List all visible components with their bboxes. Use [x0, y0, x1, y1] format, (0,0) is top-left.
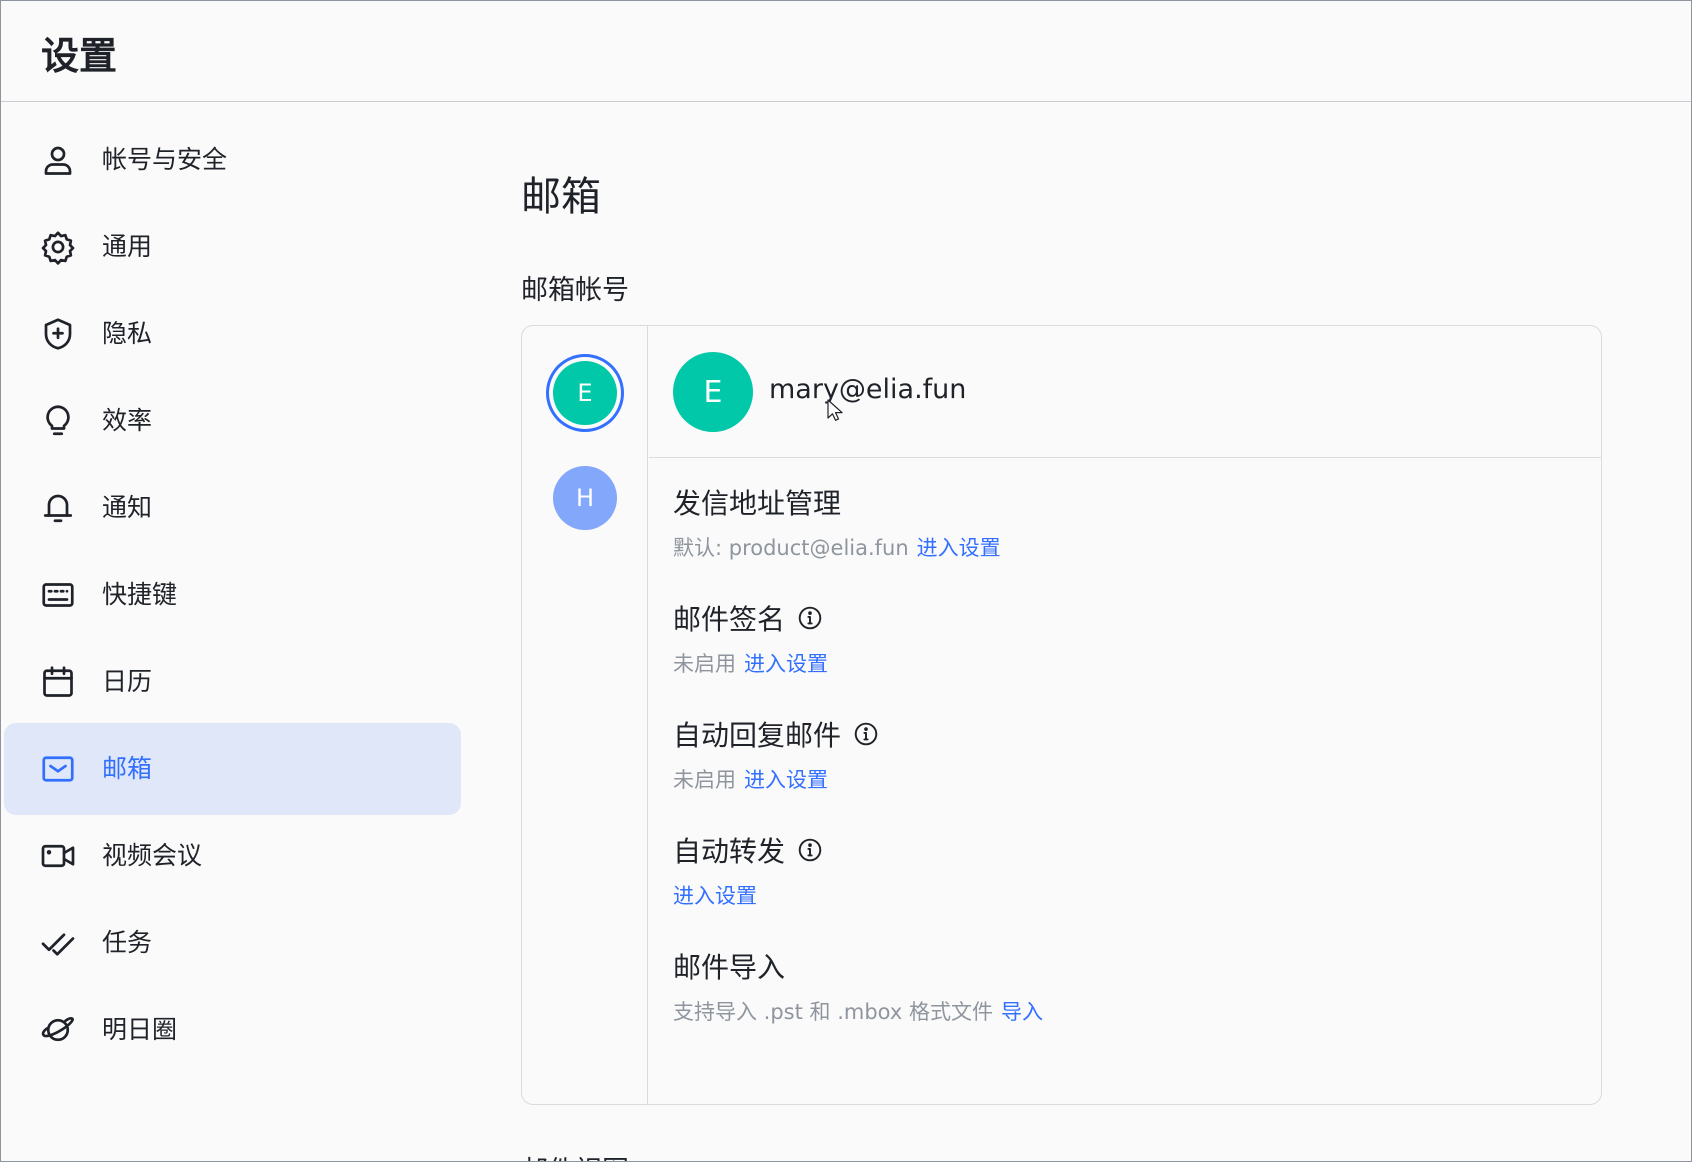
account-header: E mary@elia.fun — [649, 326, 1601, 458]
user-icon — [40, 142, 76, 178]
mouse-cursor-icon — [827, 399, 843, 421]
double-check-icon — [40, 925, 76, 961]
sidebar-item-label: 视频会议 — [102, 841, 203, 870]
sidebar-item-label: 日历 — [102, 667, 153, 696]
sidebar-item-shortcuts[interactable]: 快捷键 — [4, 549, 461, 641]
option-title: 发信地址管理 — [673, 487, 842, 520]
option-title: 自动转发 — [673, 835, 786, 868]
sidebar-item-general[interactable]: 通用 — [4, 201, 461, 293]
sidebar-item-calendar[interactable]: 日历 — [4, 636, 461, 728]
sidebar-item-privacy[interactable]: 隐私 — [4, 288, 461, 380]
lightbulb-icon — [40, 403, 76, 439]
window-title: 设置 — [41, 34, 118, 78]
sidebar-item-notifications[interactable]: 通知 — [4, 462, 461, 554]
account-avatar-h[interactable]: H — [553, 466, 617, 530]
option-title: 自动回复邮件 — [673, 719, 842, 752]
sidebar-item-video-meeting[interactable]: 视频会议 — [4, 810, 461, 902]
option-status: 未启用 — [673, 768, 736, 792]
option-status: 未启用 — [673, 652, 736, 676]
avatar: E — [673, 352, 753, 432]
info-icon[interactable] — [797, 605, 823, 631]
sidebar-item-account-security[interactable]: 帐号与安全 — [4, 114, 461, 206]
signature-settings-link[interactable]: 进入设置 — [744, 652, 828, 676]
keyboard-icon — [40, 577, 76, 613]
info-icon[interactable] — [797, 837, 823, 863]
sidebar-item-label: 快捷键 — [102, 580, 178, 609]
info-icon[interactable] — [853, 721, 879, 747]
title-bar: 设置 — [1, 1, 1691, 102]
sidebar-item-label: 明日圈 — [102, 1015, 178, 1044]
page-title: 邮箱 — [521, 174, 601, 220]
mail-icon — [40, 751, 76, 787]
planet-icon — [40, 1012, 76, 1048]
mail-import-option: 邮件导入 支持导入 .pst 和 .mbox 格式文件 导入 — [673, 946, 1043, 1026]
account-detail: E mary@elia.fun 发信地址管理 默认: product@elia.… — [649, 326, 1601, 1104]
sidebar-item-label: 帐号与安全 — [102, 145, 228, 174]
account-avatar-e[interactable]: E — [553, 361, 617, 425]
sidebar-item-efficiency[interactable]: 效率 — [4, 375, 461, 467]
section-label-mail-accounts: 邮箱帐号 — [521, 275, 629, 306]
auto-forward-option: 自动转发 进入设置 — [673, 830, 823, 910]
option-desc: 默认: product@elia.fun — [673, 536, 909, 560]
sidebar-item-tasks[interactable]: 任务 — [4, 897, 461, 989]
option-desc: 支持导入 .pst 和 .mbox 格式文件 — [673, 1000, 993, 1024]
sidebar-item-moments[interactable]: 明日圈 — [4, 984, 461, 1076]
auto-reply-settings-link[interactable]: 进入设置 — [744, 768, 828, 792]
sidebar-item-label: 通用 — [102, 232, 153, 261]
account-list: E H — [522, 326, 648, 1104]
sidebar-item-mail[interactable]: 邮箱 — [4, 723, 461, 815]
auto-reply-option: 自动回复邮件 未启用 进入设置 — [673, 714, 879, 794]
sender-settings-link[interactable]: 进入设置 — [917, 536, 1001, 560]
bell-icon — [40, 490, 76, 526]
video-camera-icon — [40, 838, 76, 874]
option-title: 邮件签名 — [673, 603, 786, 636]
signature-option: 邮件签名 未启用 进入设置 — [673, 598, 828, 678]
option-title: 邮件导入 — [673, 951, 786, 984]
sender-address-option: 发信地址管理 默认: product@elia.fun 进入设置 — [673, 482, 1001, 562]
sidebar-item-label: 隐私 — [102, 319, 153, 348]
import-link[interactable]: 导入 — [1001, 1000, 1043, 1024]
account-email: mary@elia.fun — [769, 374, 967, 405]
sidebar-item-label: 邮箱 — [102, 754, 153, 783]
mail-accounts-card: E H E mary@elia.fun 发信地址管理 默认: product@e… — [521, 325, 1602, 1105]
gear-icon — [40, 229, 76, 265]
calendar-icon — [40, 664, 76, 700]
sidebar-item-label: 效率 — [102, 406, 153, 435]
sidebar-item-label: 通知 — [102, 493, 153, 522]
auto-forward-settings-link[interactable]: 进入设置 — [673, 884, 757, 908]
settings-window: 设置 帐号与安全 通用 隐私 效率 通知 快捷键 日历 邮箱 视频会议 任务 明… — [0, 0, 1692, 1162]
sidebar-item-label: 任务 — [102, 928, 153, 957]
section-label-mail-view: 邮件视图 — [521, 1149, 629, 1161]
shield-plus-icon — [40, 316, 76, 352]
